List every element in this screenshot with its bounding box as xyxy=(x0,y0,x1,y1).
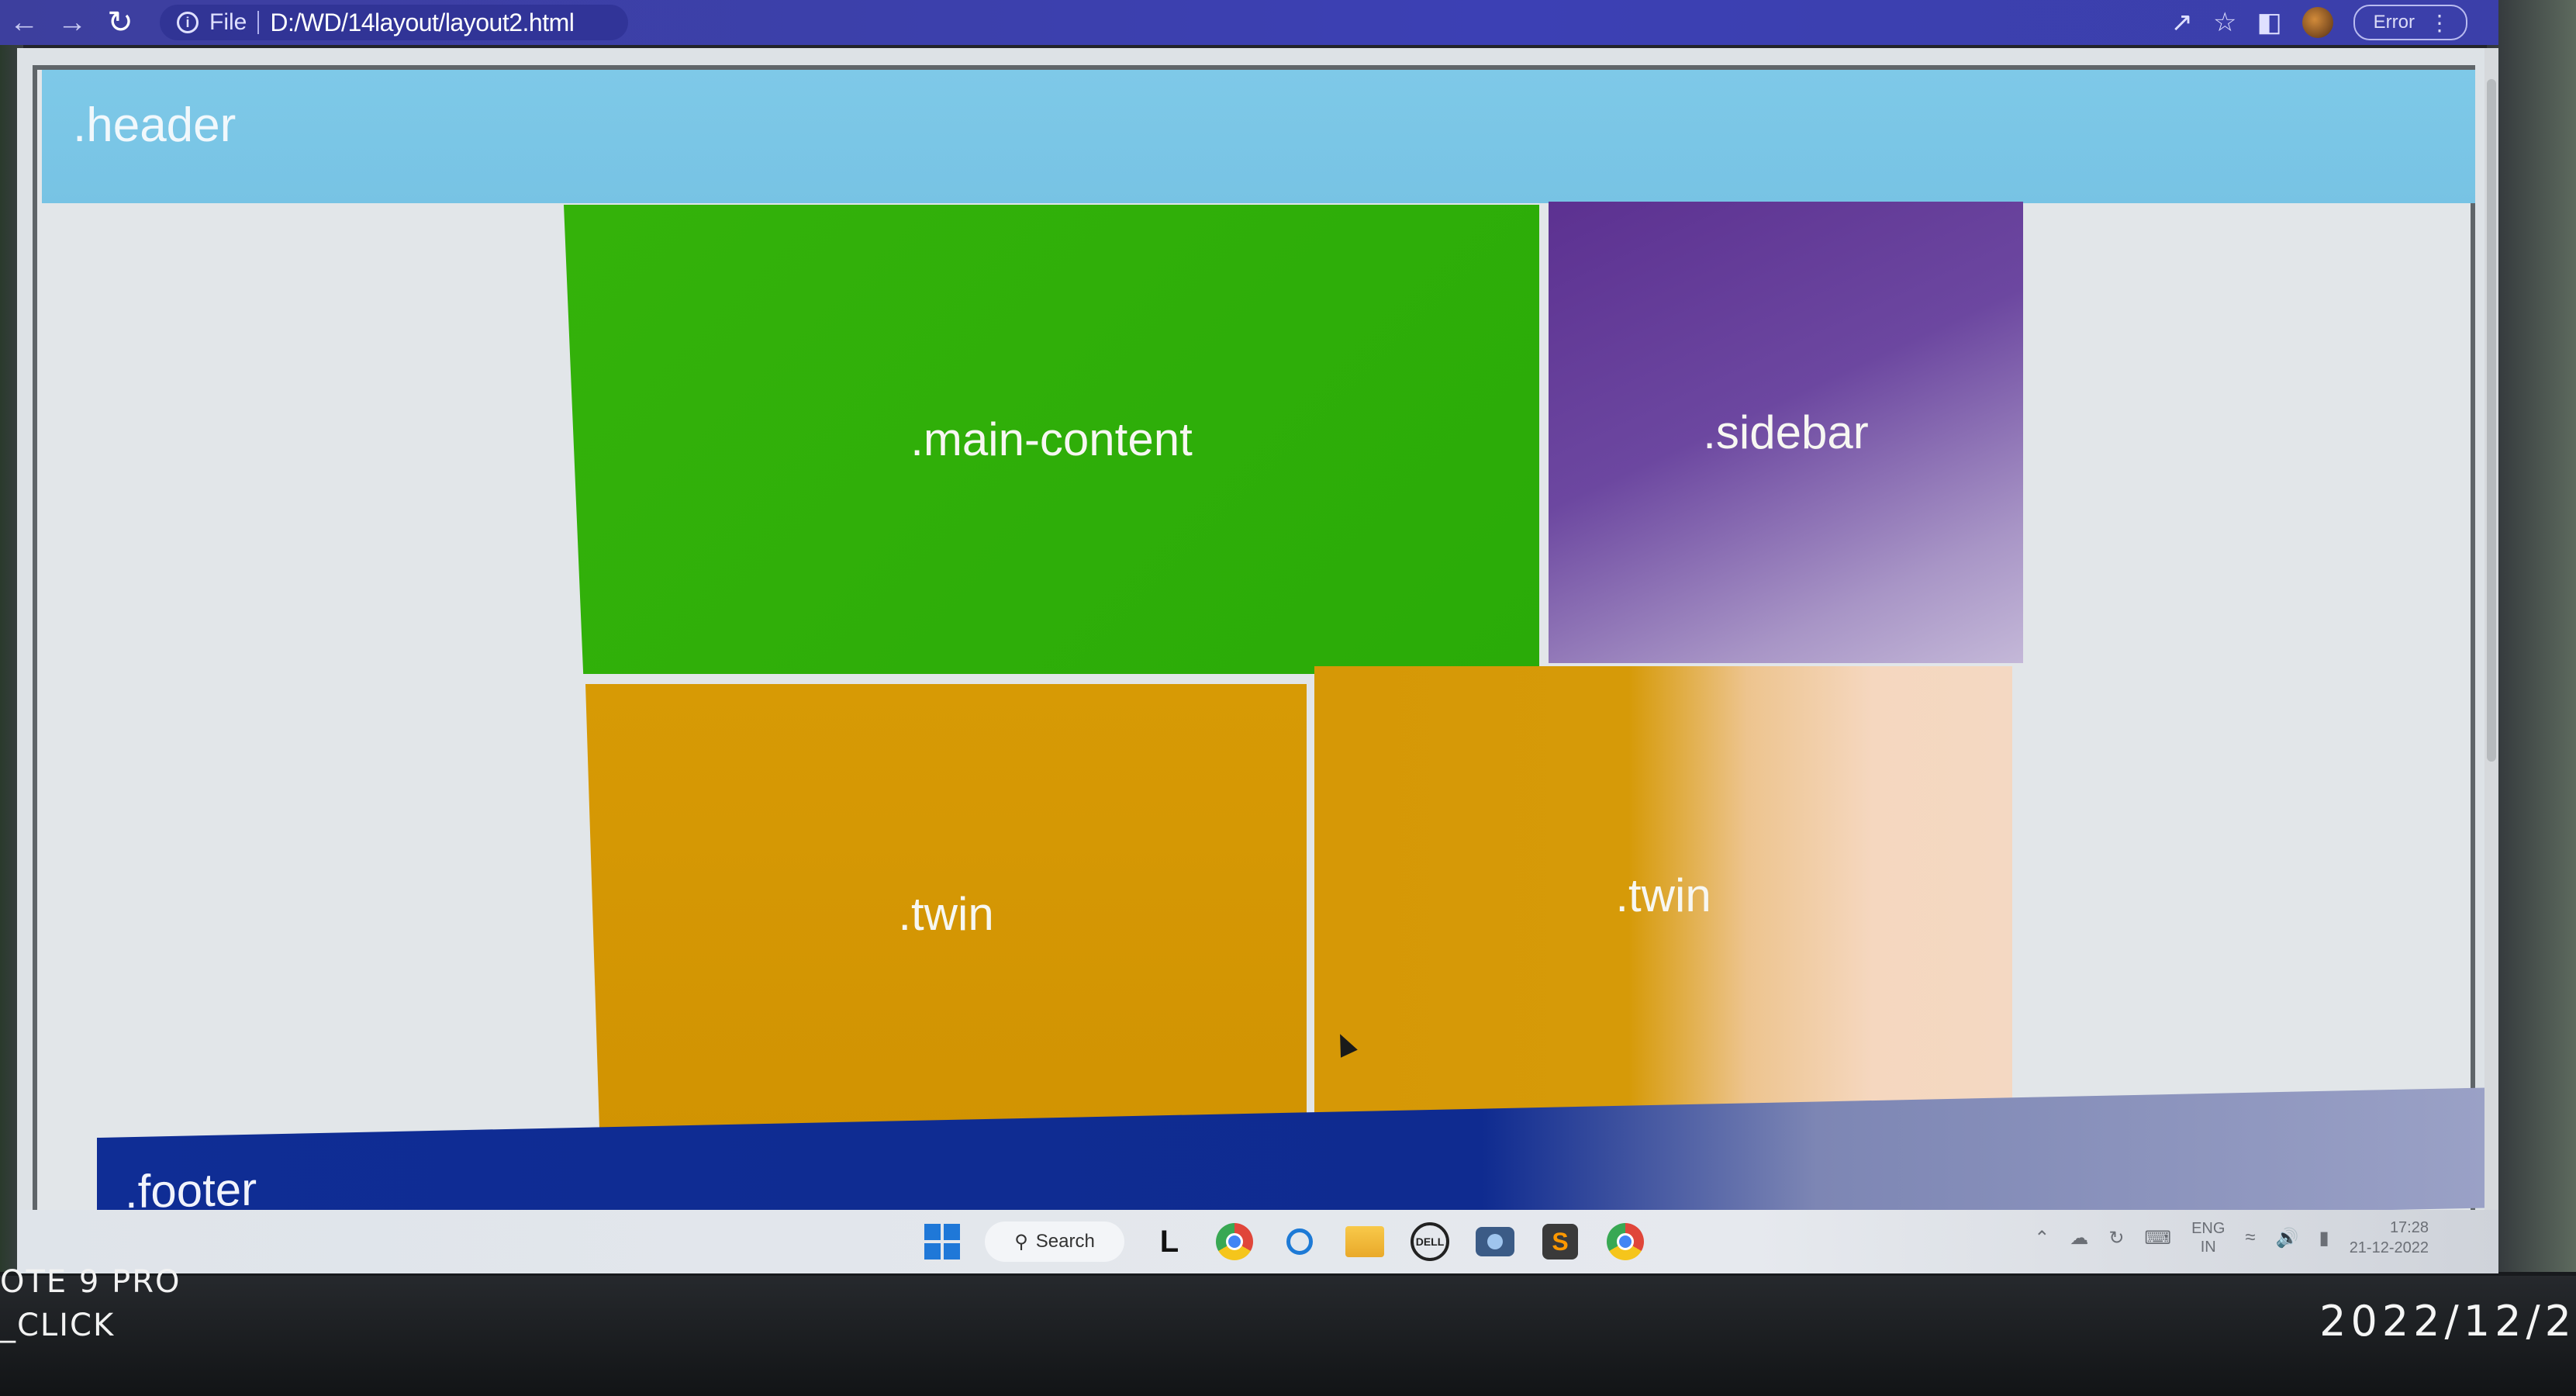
taskbar-apps: ⚲ Search L DELL S xyxy=(924,1215,1645,1269)
cortana-icon[interactable] xyxy=(1279,1222,1320,1262)
region-code: IN xyxy=(2200,1239,2216,1256)
layout-twin-left: .twin xyxy=(585,684,1307,1143)
monitor-bezel-bottom xyxy=(0,1276,2576,1396)
taskbar-search-label: Search xyxy=(1035,1231,1095,1252)
info-icon[interactable]: i xyxy=(177,12,199,33)
clock-time: 17:28 xyxy=(2389,1219,2429,1236)
share-icon[interactable]: ↗ xyxy=(2171,7,2194,38)
task-view-icon[interactable]: L xyxy=(1149,1222,1190,1262)
layout-grid: .main-content .sidebar .twin .twin xyxy=(17,48,2498,1270)
sublime-text-icon[interactable]: S xyxy=(1540,1222,1580,1262)
wifi-icon[interactable]: ≈ xyxy=(2245,1227,2255,1249)
photo-datestamp: 2022/12/2 xyxy=(2319,1297,2576,1346)
sidebar-label: .sidebar xyxy=(1703,406,1869,458)
forward-button[interactable]: → xyxy=(48,0,96,45)
clock-date: 21-12-2022 xyxy=(2349,1239,2429,1256)
twin-right-label: .twin xyxy=(1615,869,1711,921)
search-icon: ⚲ xyxy=(1014,1231,1028,1253)
address-divider xyxy=(257,11,260,34)
back-button[interactable]: ← xyxy=(0,0,48,45)
watermark-line-1: OTE 9 PRO xyxy=(0,1264,181,1300)
file-explorer-icon[interactable] xyxy=(1345,1222,1385,1262)
watermark-line-2: _CLICK xyxy=(0,1308,116,1343)
side-panel-icon[interactable]: ◧ xyxy=(2257,7,2282,38)
chrome-profile-icon[interactable] xyxy=(1605,1222,1645,1262)
taskbar-search[interactable]: ⚲ Search xyxy=(985,1222,1124,1262)
star-icon[interactable]: ☆ xyxy=(2213,7,2236,38)
scrollbar-thumb[interactable] xyxy=(2487,79,2496,762)
page-scrollbar[interactable] xyxy=(2484,48,2498,1270)
windows-taskbar: ⚲ Search L DELL S ⌃ ☁ ↻ ⌨ ENG IN ≈ 🔊 ▮ 1… xyxy=(17,1210,2498,1273)
main-content-label: .main-content xyxy=(910,413,1193,465)
arrow-left-icon: ← xyxy=(9,5,39,39)
toolbar-actions: ↗ ☆ ◧ Error ⋮ xyxy=(2171,5,2498,40)
address-bar[interactable]: i File D:/WD/14layout/layout2.html xyxy=(160,5,628,40)
battery-icon[interactable]: ▮ xyxy=(2319,1227,2329,1249)
page-viewport: .header .main-content .sidebar .twin .tw… xyxy=(17,48,2498,1270)
keyboard-icon[interactable]: ⌨ xyxy=(2144,1227,2171,1249)
reload-icon: ↻ xyxy=(107,5,133,40)
kebab-menu-icon: ⋮ xyxy=(2429,10,2450,35)
camera-watermark: OTE 9 PRO _CLICK xyxy=(0,1260,181,1347)
arrow-right-icon: → xyxy=(57,5,87,39)
layout-main-content: .main-content xyxy=(564,205,1539,674)
system-tray: ⌃ ☁ ↻ ⌨ ENG IN ≈ 🔊 ▮ 17:28 21-12-2022 xyxy=(2034,1218,2429,1258)
camera-icon[interactable] xyxy=(1475,1222,1515,1262)
volume-icon[interactable]: 🔊 xyxy=(2276,1227,2299,1249)
windows-start-icon[interactable] xyxy=(924,1224,960,1260)
language-code: ENG xyxy=(2191,1220,2226,1237)
error-label: Error xyxy=(2373,12,2415,33)
url-text[interactable]: D:/WD/14layout/layout2.html xyxy=(270,9,575,37)
monitor-bezel-right xyxy=(2487,0,2576,1272)
profile-avatar[interactable] xyxy=(2301,7,2333,38)
chrome-icon[interactable] xyxy=(1214,1222,1255,1262)
onedrive-icon[interactable]: ☁ xyxy=(2070,1227,2088,1249)
language-indicator[interactable]: ENG IN xyxy=(2191,1219,2225,1256)
layout-twin-right: .twin xyxy=(1314,666,2012,1124)
error-button[interactable]: Error ⋮ xyxy=(2353,5,2467,40)
layout-sidebar: .sidebar xyxy=(1549,202,2023,663)
chevron-up-icon[interactable]: ⌃ xyxy=(2034,1227,2049,1249)
twin-left-label: .twin xyxy=(898,887,994,940)
sync-icon[interactable]: ↻ xyxy=(2108,1227,2124,1249)
taskbar-clock[interactable]: 17:28 21-12-2022 xyxy=(2350,1218,2429,1258)
url-scheme-label: File xyxy=(209,9,247,35)
reload-button[interactable]: ↻ xyxy=(96,0,144,45)
dell-icon[interactable]: DELL xyxy=(1410,1222,1450,1262)
browser-toolbar: ← → ↻ i File D:/WD/14layout/layout2.html… xyxy=(0,0,2498,45)
